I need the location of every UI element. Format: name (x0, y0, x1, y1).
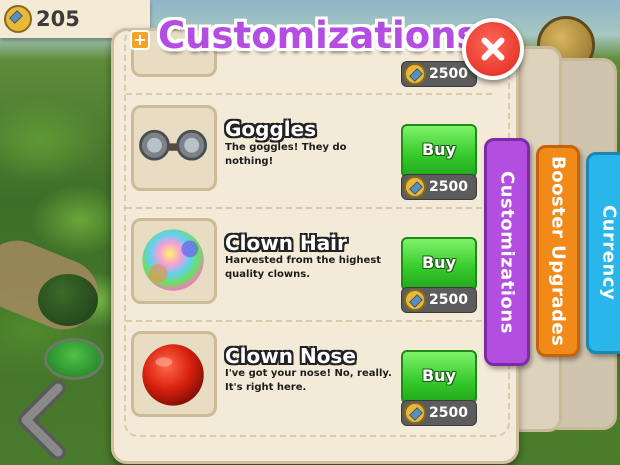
item-image-clown-hair (131, 218, 217, 304)
clown-nose-icon (142, 344, 204, 406)
item-desc-clown-nose: I've got your nose! No, really. It's rig… (225, 368, 392, 393)
item-name-goggles: Goggles (225, 117, 317, 141)
buy-button-clown-hair[interactable]: Buy (401, 237, 477, 291)
price-value: 2500 (429, 179, 468, 195)
page-title: Customizations (158, 14, 479, 57)
item-desc-clown-hair: Harvested from the highest quality clown… (225, 255, 382, 280)
tab-booster-upgrades[interactable]: Booster Upgrades (536, 145, 580, 357)
price-tag-clown-hair: 2500 (401, 287, 477, 313)
shop-panel: 2500 Goggles The goggles! They do nothin… (111, 28, 519, 464)
tab-currency-label: Currency (598, 205, 620, 301)
clown-hair-icon (142, 229, 204, 291)
world-green-button (44, 338, 104, 380)
tab-currency[interactable]: Currency (586, 152, 620, 354)
item-desc-goggles: The goggles! They do nothing! (225, 142, 347, 167)
back-arrow-icon[interactable] (6, 380, 76, 460)
buy-label: Buy (421, 253, 456, 272)
price-value: 2500 (429, 405, 468, 421)
close-icon (481, 37, 505, 61)
price-value: 2500 (429, 66, 468, 82)
buy-label: Buy (421, 140, 456, 159)
row-divider (126, 320, 492, 322)
buy-button-goggles[interactable]: Buy (401, 124, 477, 178)
plus-icon: + (133, 30, 147, 49)
price-tag-clown-nose: 2500 (401, 400, 477, 426)
item-name-clown-nose: Clown Nose (225, 344, 356, 368)
item-name-clown-hair: Clown Hair (225, 231, 347, 255)
coin-count: 205 (36, 7, 80, 31)
coin-icon (404, 289, 426, 311)
price-tag-goggles: 2500 (401, 174, 477, 200)
tab-customizations-label: Customizations (496, 170, 518, 334)
item-image-clown-nose (131, 331, 217, 417)
buy-button-clown-nose[interactable]: Buy (401, 350, 477, 404)
coin-icon (404, 402, 426, 424)
coin-icon (404, 63, 426, 85)
coin-icon (4, 5, 32, 33)
tab-customizations[interactable]: Customizations (484, 138, 530, 366)
row-divider (126, 93, 492, 95)
buy-label: Buy (421, 366, 456, 385)
price-value: 2500 (429, 292, 468, 308)
item-image-goggles (131, 105, 217, 191)
tree (38, 274, 98, 326)
tab-booster-upgrades-label: Booster Upgrades (547, 155, 569, 347)
row-divider (126, 207, 492, 209)
close-button[interactable] (462, 18, 524, 80)
add-coins-button[interactable]: + (130, 30, 150, 50)
coin-icon (404, 176, 426, 198)
goggles-icon (139, 129, 208, 161)
